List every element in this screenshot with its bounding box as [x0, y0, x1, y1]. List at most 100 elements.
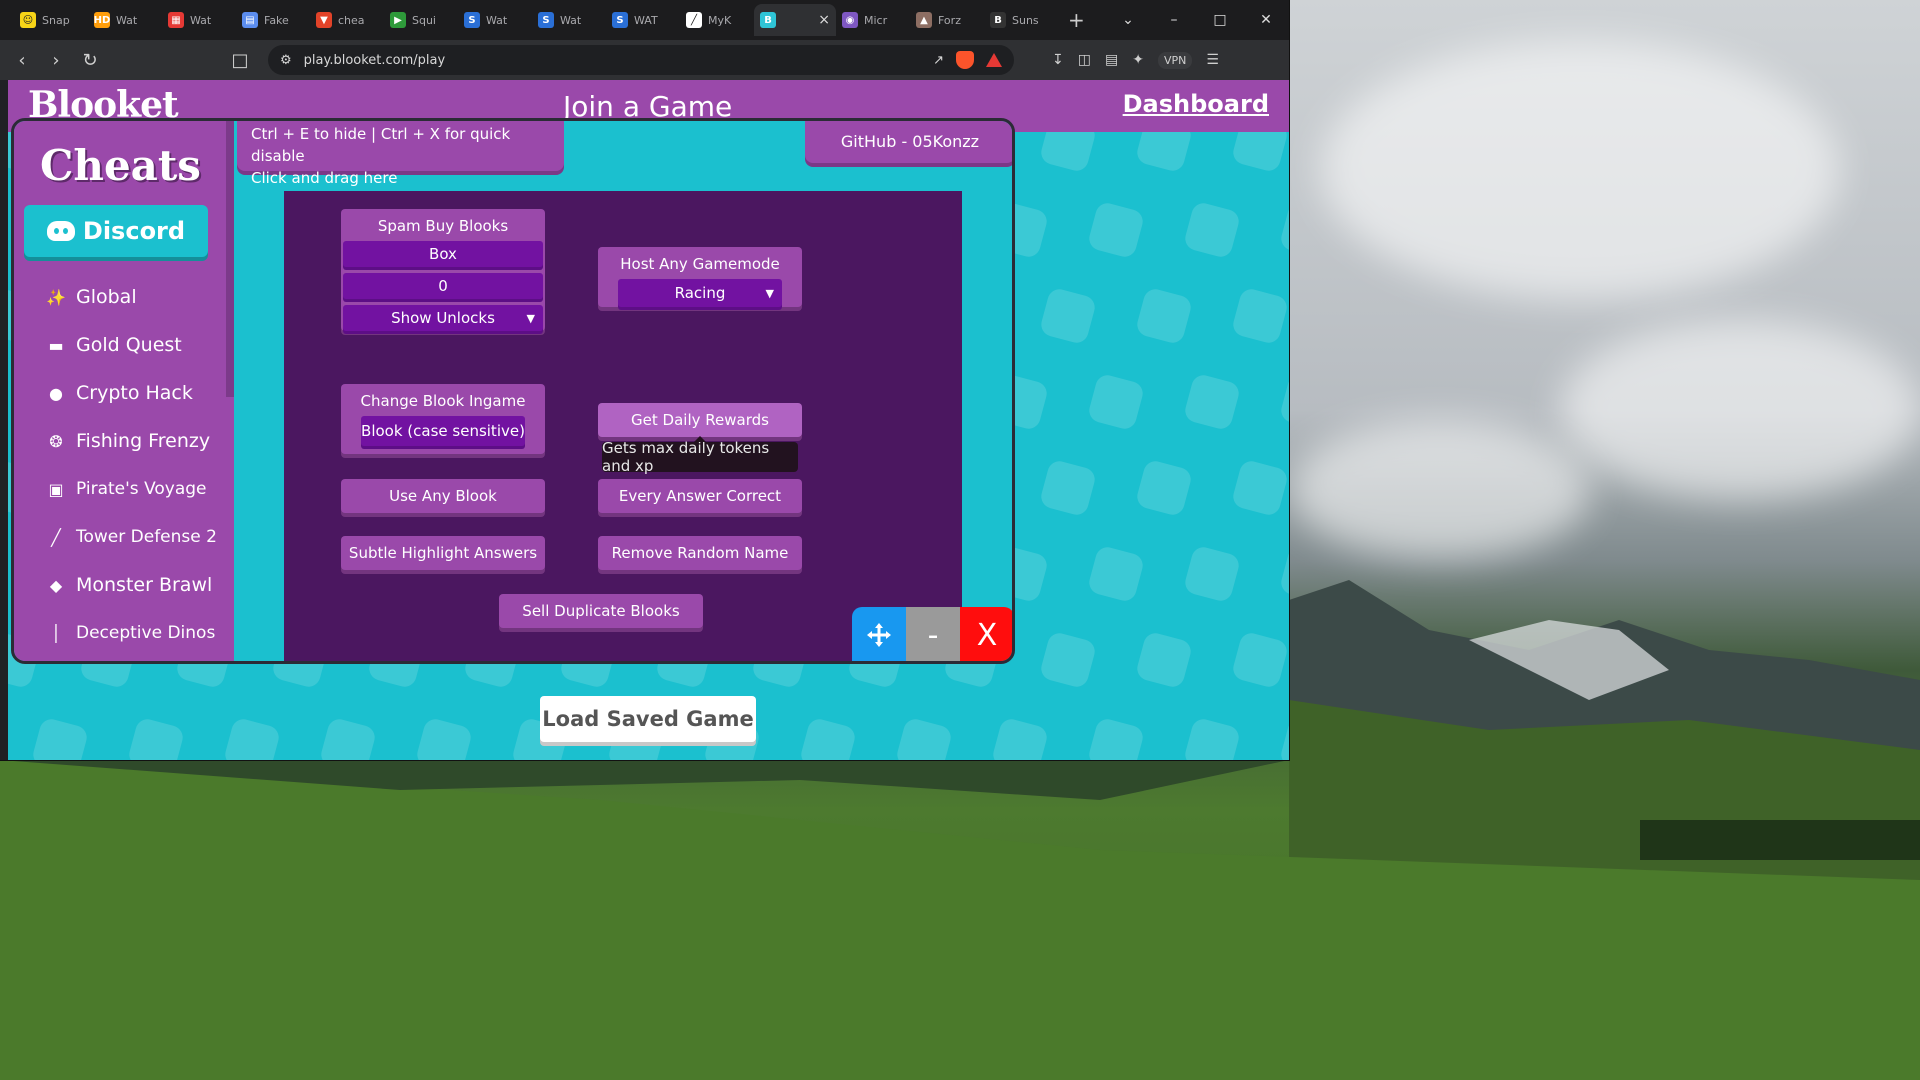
- move-icon[interactable]: [852, 607, 906, 661]
- gamemode-item[interactable]: ▬ Gold Quest: [14, 321, 226, 369]
- hint-line-1: Ctrl + E to hide | Ctrl + X for quick di…: [251, 125, 511, 165]
- show-unlocks-select[interactable]: Show Unlocks ▼: [343, 305, 543, 331]
- discord-button[interactable]: Discord: [24, 205, 208, 257]
- gamemode-item[interactable]: ✨ Global: [14, 273, 226, 321]
- browser-tab[interactable]: HD Wat: [88, 4, 162, 36]
- maximize-window-icon[interactable]: □: [1197, 12, 1243, 28]
- gamemode-label: Monster Brawl: [76, 574, 213, 596]
- browser-tab[interactable]: B Suns: [984, 4, 1058, 36]
- browser-tab[interactable]: S WAT: [606, 4, 680, 36]
- download-icon[interactable]: ↧: [1052, 52, 1064, 68]
- tab-favicon-icon: ☺: [20, 12, 36, 28]
- browser-tab[interactable]: ◉ Micr: [836, 4, 910, 36]
- pattern-tile: [1182, 716, 1242, 760]
- minimize-button[interactable]: -: [906, 607, 960, 661]
- sell-duplicate-blooks-button[interactable]: Sell Duplicate Blooks: [499, 594, 703, 628]
- forward-icon[interactable]: ›: [46, 50, 66, 71]
- gamemode-icon: ❂: [49, 431, 63, 451]
- gamemode-item[interactable]: ❂ Fishing Frenzy: [14, 417, 226, 465]
- pattern-tile: [1230, 458, 1289, 518]
- sidebar-icon[interactable]: ◫: [1078, 52, 1091, 68]
- tab-label: Wat: [116, 13, 138, 27]
- tab-label: Wat: [560, 13, 582, 27]
- gamemode-item[interactable]: ▣ Pirate's Voyage: [14, 465, 226, 513]
- box-input[interactable]: Box: [343, 241, 543, 267]
- site-settings-icon[interactable]: ⚙: [280, 53, 292, 68]
- host-gamemode-card: Host Any Gamemode Racing ▼: [598, 247, 802, 307]
- address-bar[interactable]: ⚙ play.blooket.com/play ↗: [268, 45, 1014, 75]
- vpn-button[interactable]: VPN: [1157, 51, 1193, 69]
- discord-icon: [46, 221, 75, 241]
- pattern-tile: [990, 716, 1050, 760]
- gamemode-item[interactable]: ◆ Monster Brawl: [14, 561, 226, 609]
- leo-icon[interactable]: ✦: [1132, 52, 1144, 68]
- browser-tab[interactable]: ╱ MyK: [680, 4, 754, 36]
- show-unlocks-value: Show Unlocks: [391, 309, 495, 327]
- share-icon[interactable]: ↗: [933, 53, 944, 68]
- blook-name-input[interactable]: Blook (case sensitive): [361, 416, 525, 446]
- brave-shield-icon[interactable]: [956, 51, 974, 69]
- bookmark-icon[interactable]: □: [230, 50, 250, 71]
- close-button[interactable]: X: [960, 607, 1012, 661]
- brave-rewards-icon[interactable]: [986, 53, 1002, 67]
- close-tab-icon[interactable]: ×: [818, 12, 830, 28]
- drag-handle[interactable]: Ctrl + E to hide | Ctrl + X for quick di…: [237, 121, 564, 187]
- pattern-tile: [1278, 544, 1289, 604]
- pattern-tile: [414, 716, 474, 760]
- gamemode-item[interactable]: ● Crypto Hack: [14, 369, 226, 417]
- browser-tab[interactable]: S Wat: [532, 4, 606, 36]
- gamemode-label: Global: [76, 286, 137, 308]
- new-tab-icon[interactable]: +: [1068, 8, 1092, 32]
- gamemode-icon: ●: [49, 383, 63, 403]
- tab-favicon-icon: B: [990, 12, 1006, 28]
- tab-favicon-icon: ╱: [686, 12, 702, 28]
- pattern-tile: [1134, 286, 1194, 346]
- discord-label: Discord: [82, 217, 186, 245]
- amount-input[interactable]: 0: [343, 273, 543, 299]
- minimize-window-icon[interactable]: –: [1151, 12, 1197, 28]
- browser-tab[interactable]: B ×: [754, 4, 836, 36]
- tab-label: Wat: [190, 13, 212, 27]
- browser-tab[interactable]: ▶ Squi: [384, 4, 458, 36]
- host-gamemode-title: Host Any Gamemode: [620, 255, 780, 273]
- tab-favicon-icon: B: [760, 12, 776, 28]
- menu-icon[interactable]: ☰: [1206, 52, 1219, 68]
- tab-search-icon[interactable]: ⌄: [1105, 12, 1151, 28]
- browser-tab[interactable]: ☺ Snap: [14, 4, 88, 36]
- wallet-icon[interactable]: ▤: [1105, 52, 1118, 68]
- get-daily-rewards-button[interactable]: Get Daily Rewards: [598, 403, 802, 437]
- tab-favicon-icon: S: [612, 12, 628, 28]
- tab-label: Snap: [42, 13, 70, 27]
- back-icon[interactable]: ‹: [12, 50, 32, 71]
- dashboard-link[interactable]: Dashboard: [1123, 90, 1269, 118]
- tab-label: Forz: [938, 13, 961, 27]
- browser-tab[interactable]: ▦ Wat: [162, 4, 236, 36]
- tab-label: Wat: [486, 13, 508, 27]
- close-window-icon[interactable]: ✕: [1243, 12, 1289, 28]
- subtle-highlight-button[interactable]: Subtle Highlight Answers: [341, 536, 545, 570]
- gamemode-item[interactable]: │ Deceptive Dinos: [14, 609, 226, 657]
- browser-tab[interactable]: ▤ Fake: [236, 4, 310, 36]
- remove-random-name-button[interactable]: Remove Random Name: [598, 536, 802, 570]
- tab-favicon-icon: S: [538, 12, 554, 28]
- load-saved-game-button[interactable]: Load Saved Game: [540, 696, 756, 742]
- use-any-blook-button[interactable]: Use Any Blook: [341, 479, 545, 513]
- sidebar-scrollbar[interactable]: [226, 121, 234, 397]
- gamemode-list: ✨ Global ▬ Gold Quest ● Crypto Hack ❂ Fishing F…: [14, 273, 226, 657]
- every-answer-correct-button[interactable]: Every Answer Correct: [598, 479, 802, 513]
- gamemode-icon: ◆: [49, 575, 63, 595]
- browser-tab[interactable]: ▼ chea: [310, 4, 384, 36]
- chevron-down-icon: ▼: [765, 286, 774, 300]
- browser-tab[interactable]: ▲ Forz: [910, 4, 984, 36]
- reload-icon[interactable]: ↻: [80, 50, 100, 71]
- pattern-tile: [1038, 630, 1098, 690]
- github-link[interactable]: GitHub - 05Konzz: [805, 121, 1012, 163]
- gamemode-item[interactable]: ╱ Tower Defense 2: [14, 513, 226, 561]
- change-blook-card: Change Blook Ingame Blook (case sensitiv…: [341, 384, 545, 454]
- daily-rewards-tooltip: Gets max daily tokens and xp: [602, 436, 798, 475]
- pattern-tile: [1278, 372, 1289, 432]
- gamemode-select[interactable]: Racing ▼: [618, 279, 782, 307]
- change-blook-title: Change Blook Ingame: [360, 392, 526, 410]
- chevron-down-icon: ▼: [526, 311, 535, 325]
- browser-tab[interactable]: S Wat: [458, 4, 532, 36]
